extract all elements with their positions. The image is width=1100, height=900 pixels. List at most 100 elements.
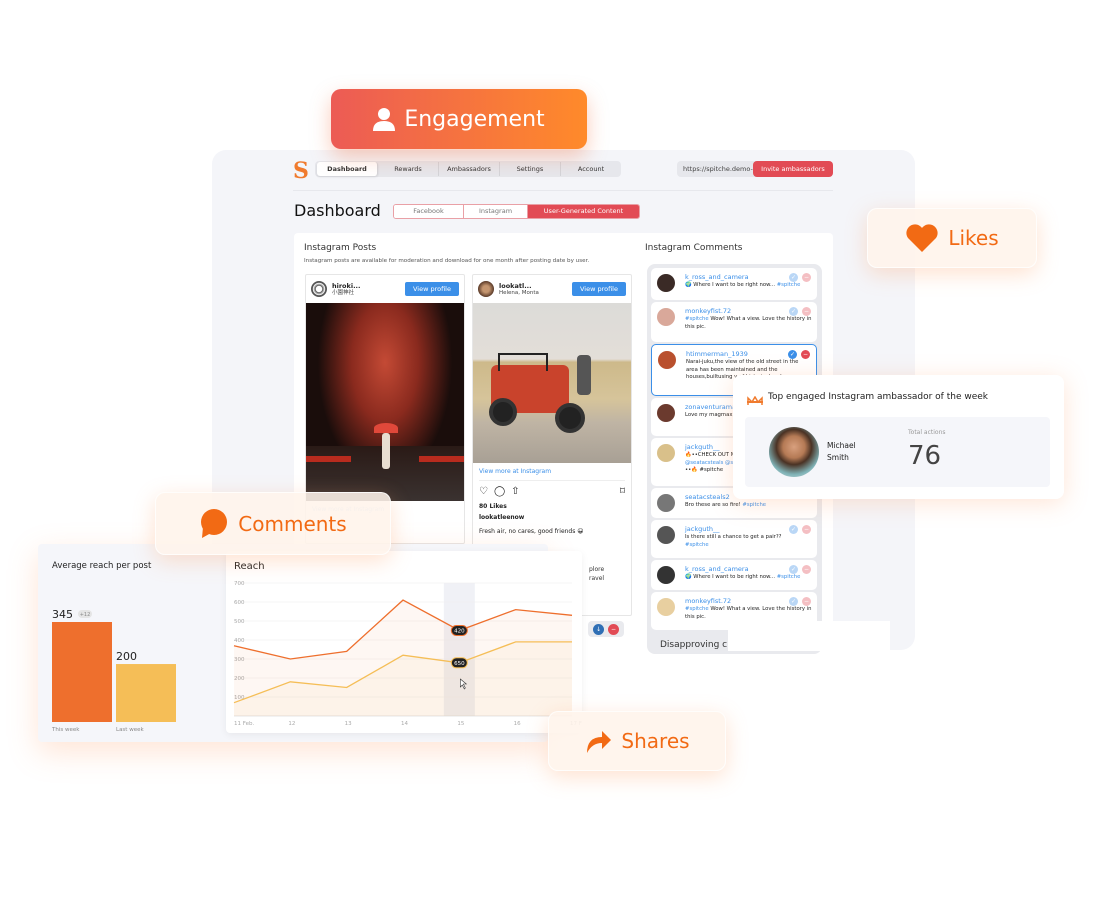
post-image[interactable]	[306, 303, 464, 501]
avatar	[657, 598, 675, 616]
ambassador-name: Michael Smith	[827, 440, 856, 464]
reject-icon[interactable]: −	[802, 525, 811, 534]
first-name: Michael	[827, 441, 856, 450]
comment-icon[interactable]: ◯	[494, 486, 505, 497]
tab-instagram[interactable]: Instagram	[464, 205, 528, 218]
nav-tab-rewards[interactable]: Rewards	[378, 162, 439, 176]
invite-url-field[interactable]: https://spitche.demo-	[677, 161, 757, 177]
approve-icon[interactable]: ✓	[789, 273, 798, 282]
avatar	[658, 351, 676, 369]
nav-tab-ambassadors[interactable]: Ambassadors	[439, 162, 500, 176]
avatar	[657, 494, 675, 512]
y-tick-label: 500	[234, 619, 245, 625]
caption: Fresh air, no cares, good friends 😀	[479, 528, 584, 535]
x-tick-label: 16	[514, 721, 521, 727]
line-chart: 10020030040050060070011 Feb.121314151617…	[233, 581, 582, 727]
hashtag[interactable]: #spitche	[685, 316, 709, 322]
avatar	[657, 566, 675, 584]
nav-tab-account[interactable]: Account	[561, 162, 621, 176]
disapproving-title: Disapproving c	[660, 640, 728, 650]
bar-chart: 345 This week 200 Last week +12	[51, 608, 176, 733]
y-tick-label: 600	[234, 600, 245, 606]
post-image[interactable]	[473, 303, 631, 463]
view-profile-button[interactable]: View profile	[571, 282, 626, 296]
top-ambassador-title: Top engaged Instagram ambassador of the …	[768, 392, 988, 402]
likes-label: Likes	[948, 226, 999, 250]
post-location: 小園神社	[332, 289, 355, 296]
caption-user[interactable]: lookatleenow	[473, 512, 631, 524]
top-ambassador-card: Top engaged Instagram ambassador of the …	[733, 375, 1064, 499]
comments-badge: Comments	[155, 492, 391, 555]
spitche-logo[interactable]: S	[293, 158, 309, 184]
post-username[interactable]: lookatl...	[499, 282, 539, 290]
comment-text: 🌍 Where I want to be right now...	[685, 574, 776, 580]
comment-text: Is there still a chance to get a pair??	[685, 534, 782, 540]
view-more-link[interactable]: View more at Instagram	[473, 463, 631, 480]
comment-item[interactable]: jackguth__ Is there still a chance to ge…	[651, 520, 817, 558]
remove-icon[interactable]: −	[608, 623, 619, 635]
bar-category-label: This week	[51, 727, 80, 733]
hashtag[interactable]: #spitche	[685, 542, 709, 548]
nav-tab-settings[interactable]: Settings	[500, 162, 561, 176]
posts-subtitle: Instagram posts are available for modera…	[304, 258, 590, 264]
view-profile-button[interactable]: View profile	[404, 282, 459, 296]
comment-text: 🌍 Where I want to be right now...	[685, 282, 776, 288]
approve-icon[interactable]: ✓	[789, 597, 798, 606]
overlay-panel	[728, 621, 890, 651]
approve-icon[interactable]: ✓	[788, 350, 797, 359]
comment-item[interactable]: k_ross_and_camera 🌍 Where I want to be r…	[651, 560, 817, 590]
page-title: Dashboard	[294, 201, 381, 220]
heart-icon[interactable]: ♡	[479, 486, 488, 497]
nav-tab-dashboard[interactable]: Dashboard	[317, 162, 378, 176]
divider	[293, 190, 833, 191]
reject-icon[interactable]: −	[802, 273, 811, 282]
x-tick-label: 13	[345, 721, 352, 727]
reject-icon[interactable]: −	[802, 565, 811, 574]
shares-label: Shares	[621, 729, 690, 753]
avatar	[657, 308, 675, 326]
x-tick-label: 15	[457, 721, 464, 727]
tooltip-value: 650	[454, 661, 465, 667]
avatar	[657, 444, 675, 462]
comment-item[interactable]: monkeyfist.72 #spitche Wow! What a view.…	[651, 302, 817, 342]
approve-icon[interactable]: ✓	[789, 307, 798, 316]
tab-ugc[interactable]: User-Generated Content	[528, 205, 639, 218]
post-location: Helena, Monta	[499, 289, 539, 296]
hashtag[interactable]: #spitche	[777, 282, 801, 288]
hashtag[interactable]: #spitche	[742, 502, 766, 508]
comment-item[interactable]: k_ross_and_camera 🌍 Where I want to be r…	[651, 268, 817, 300]
bar-category-label: Last week	[116, 727, 144, 733]
approve-icon[interactable]: ✓	[789, 525, 798, 534]
y-tick-label: 400	[234, 638, 245, 644]
heart-icon	[906, 224, 938, 252]
x-tick-label: 11 Feb.	[234, 721, 254, 727]
share-icon[interactable]: ⇧	[511, 486, 519, 497]
ambassador-avatar[interactable]	[769, 427, 819, 477]
approve-icon[interactable]: ✓	[789, 565, 798, 574]
comments-label: Comments	[238, 511, 347, 536]
engagement-badge: Engagement	[331, 89, 587, 149]
hashtag[interactable]: #spitche	[777, 574, 801, 580]
reject-icon[interactable]: −	[802, 307, 811, 316]
hashtag[interactable]: #spitche	[685, 606, 709, 612]
bookmark-icon[interactable]: ⌑	[620, 486, 625, 497]
avatar	[478, 281, 494, 297]
avatar	[657, 404, 675, 422]
reach-card: Reach 100 200 300 400 500 600 700 11 Feb. 12 13 14…	[226, 551, 582, 733]
comments-title: Instagram Comments	[645, 243, 743, 253]
avatar	[311, 281, 327, 297]
download-icon[interactable]: ↓	[593, 623, 604, 635]
shares-badge: Shares	[548, 711, 726, 771]
tab-facebook[interactable]: Facebook	[394, 205, 464, 218]
reject-icon[interactable]: −	[801, 350, 810, 359]
reject-icon[interactable]: −	[802, 597, 811, 606]
main-nav: Dashboard Rewards Ambassadors Settings A…	[315, 161, 621, 177]
tooltip-value: 420	[454, 629, 465, 635]
engagement-label: Engagement	[404, 106, 545, 132]
likes-badge: Likes	[867, 208, 1037, 268]
post-actions: ↓ −	[588, 621, 624, 637]
post-username[interactable]: hiroki...	[332, 282, 361, 290]
bar-value-label: 345	[52, 608, 73, 621]
invite-ambassadors-button[interactable]: Invite ambassadors	[753, 161, 833, 177]
crown-icon	[747, 391, 763, 405]
